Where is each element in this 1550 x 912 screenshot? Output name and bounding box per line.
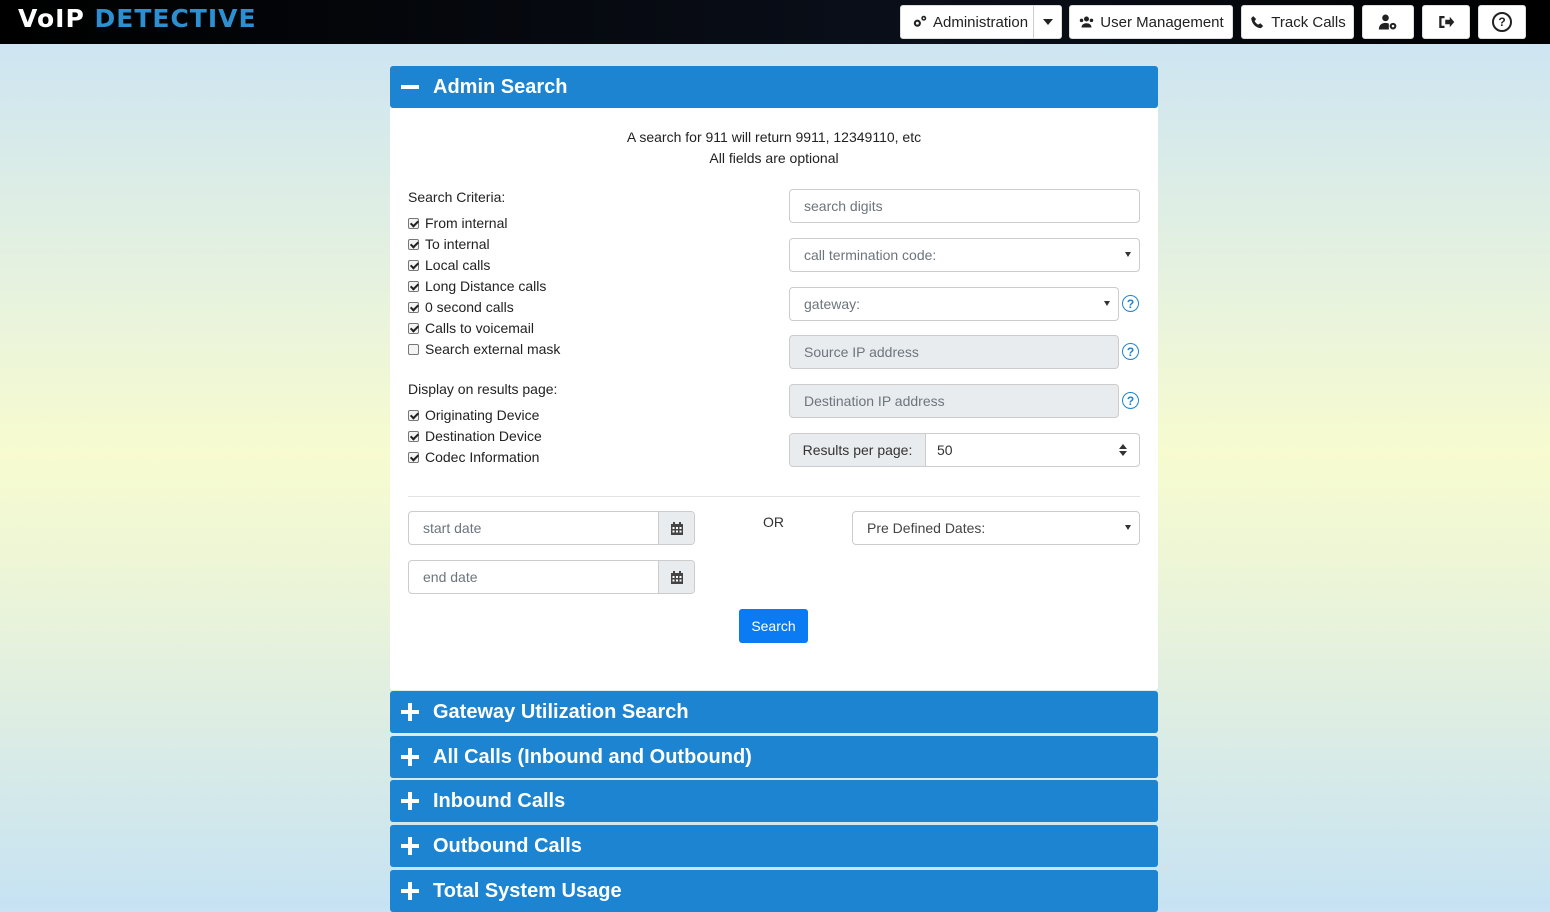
checkbox-zero-second[interactable]: 0 second calls [408, 298, 514, 316]
user-management-label: User Management [1100, 13, 1224, 31]
administration-dropdown[interactable]: Administration [900, 5, 1062, 39]
accordion-all-calls[interactable]: All Calls (Inbound and Outbound) [390, 736, 1158, 778]
user-settings-icon [1378, 14, 1397, 30]
track-calls-label: Track Calls [1271, 13, 1346, 31]
source-ip-input[interactable]: Source IP address [789, 335, 1119, 369]
checkbox-to-internal[interactable]: To internal [408, 235, 490, 253]
checkbox[interactable] [408, 322, 419, 334]
plus-icon [401, 881, 421, 901]
checkbox-destination-device[interactable]: Destination Device [408, 427, 542, 445]
checkbox[interactable] [408, 409, 419, 421]
chevron-down-icon [1125, 252, 1131, 257]
search-criteria-label: Search Criteria: [408, 189, 506, 205]
results-per-page-label: Results per page: [790, 434, 926, 466]
search-button[interactable]: Search [739, 609, 808, 643]
results-per-page-group: Results per page: 50 [789, 433, 1140, 467]
checkbox-originating-device[interactable]: Originating Device [408, 406, 539, 424]
search-hint: A search for 911 will return 9911, 12349… [626, 129, 922, 145]
chevron-down-icon [1042, 19, 1053, 25]
calendar-icon [670, 521, 683, 535]
accordion-outbound-calls[interactable]: Outbound Calls [390, 825, 1158, 867]
display-results-label: Display on results page: [408, 381, 558, 397]
optional-note: All fields are optional [709, 150, 839, 166]
phone-icon [1251, 15, 1264, 28]
search-digits-input[interactable]: search digits [789, 189, 1140, 223]
user-management-button[interactable]: User Management [1069, 5, 1233, 39]
checkbox[interactable] [408, 280, 419, 292]
sort-updown-icon [1119, 444, 1127, 456]
help-icon: ? [1492, 12, 1512, 32]
checkbox-local-calls[interactable]: Local calls [408, 256, 490, 274]
start-date-group: start date [408, 511, 695, 545]
logout-icon [1439, 16, 1455, 28]
administration-label: Administration [933, 13, 1029, 31]
checkbox[interactable] [408, 301, 419, 313]
checkbox[interactable] [408, 238, 419, 250]
accordion-inbound-calls[interactable]: Inbound Calls [390, 780, 1158, 822]
logout-button[interactable] [1422, 5, 1470, 39]
app-logo[interactable]: VoIP DETECTIVE [18, 4, 257, 33]
chevron-down-icon [1125, 525, 1131, 530]
or-label: OR [763, 514, 784, 530]
checkbox-codec-info[interactable]: Codec Information [408, 448, 539, 466]
checkbox-from-internal[interactable]: From internal [408, 214, 507, 232]
checkbox[interactable] [408, 430, 419, 442]
results-per-page-select[interactable]: 50 [926, 434, 1139, 466]
checkbox[interactable] [408, 451, 419, 463]
checkbox[interactable] [408, 217, 419, 229]
user-settings-button[interactable] [1362, 5, 1414, 39]
plus-icon [401, 791, 421, 811]
admin-search-header[interactable]: Admin Search [390, 66, 1158, 108]
users-icon [1080, 15, 1094, 27]
plus-icon [401, 747, 421, 767]
plus-icon [401, 702, 421, 722]
checkbox[interactable] [408, 259, 419, 271]
destination-ip-help-icon[interactable]: ? [1122, 392, 1139, 409]
checkbox-voicemail[interactable]: Calls to voicemail [408, 319, 534, 337]
source-ip-help-icon[interactable]: ? [1122, 343, 1139, 360]
predefined-dates-select[interactable]: Pre Defined Dates: [852, 511, 1140, 545]
checkbox-long-distance[interactable]: Long Distance calls [408, 277, 546, 295]
end-date-group: end date [408, 560, 695, 594]
calendar-icon [670, 570, 683, 584]
checkbox-external-mask[interactable]: Search external mask [408, 340, 560, 358]
gateway-select[interactable]: gateway: [789, 287, 1119, 321]
chevron-down-icon [1104, 301, 1110, 306]
section-divider [408, 496, 1140, 497]
checkbox[interactable] [408, 343, 419, 355]
start-date-input[interactable]: start date [409, 512, 658, 544]
destination-ip-input[interactable]: Destination IP address [789, 384, 1119, 418]
end-date-calendar-button[interactable] [658, 561, 694, 593]
start-date-calendar-button[interactable] [658, 512, 694, 544]
track-calls-button[interactable]: Track Calls [1241, 5, 1354, 39]
termination-code-select[interactable]: call termination code: [789, 238, 1140, 272]
plus-icon [401, 836, 421, 856]
administration-caret[interactable] [1033, 6, 1061, 38]
end-date-input[interactable]: end date [409, 561, 658, 593]
gears-icon [913, 15, 927, 27]
accordion-total-system-usage[interactable]: Total System Usage [390, 870, 1158, 912]
admin-search-title: Admin Search [433, 75, 568, 98]
gateway-help-icon[interactable]: ? [1122, 295, 1139, 312]
help-button[interactable]: ? [1478, 5, 1526, 39]
top-navbar: VoIP DETECTIVE Administration User Manag… [0, 0, 1550, 44]
accordion-gateway-utilization[interactable]: Gateway Utilization Search [390, 691, 1158, 733]
minus-icon [401, 77, 421, 97]
